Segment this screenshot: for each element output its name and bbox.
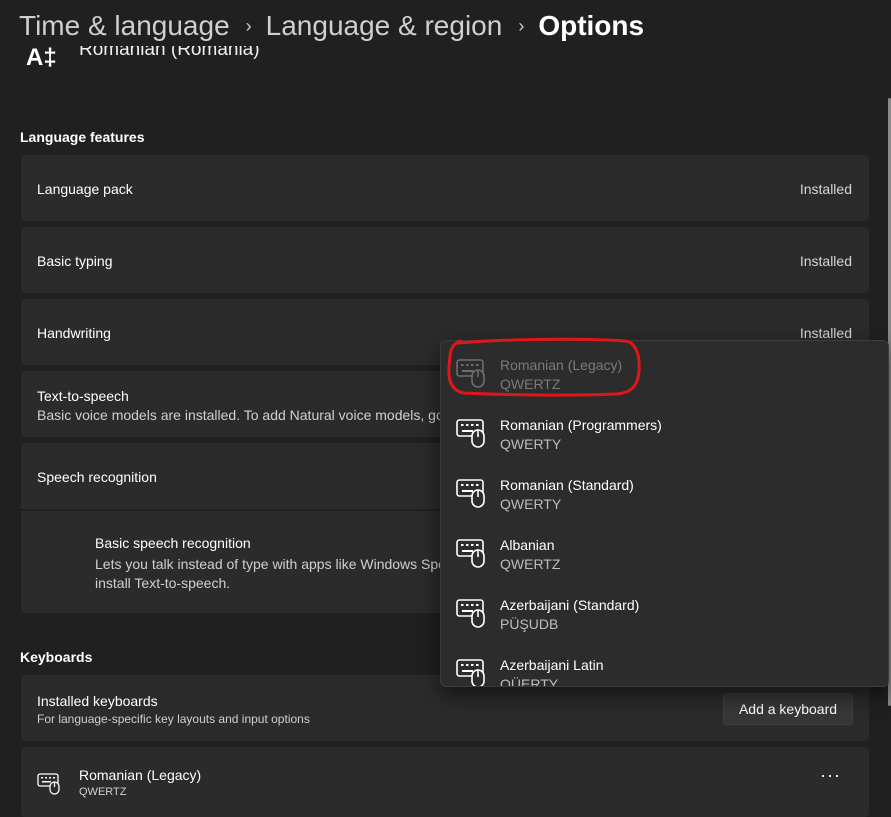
breadcrumb-time-language[interactable]: Time & language <box>19 10 230 42</box>
keyboard-option-name: Azerbaijani Latin <box>500 657 604 673</box>
keyboard-option-layout: PÜŞUDB <box>500 616 559 632</box>
language-icon: A‡ <box>26 44 57 70</box>
keyboard-icon <box>456 599 485 628</box>
section-title-keyboards: Keyboards <box>20 649 93 665</box>
chevron-right-icon: › <box>245 15 252 36</box>
status-text: Installed <box>799 253 852 269</box>
status-text: Installed <box>799 325 852 341</box>
keyboard-name: Romanian (Legacy) <box>79 767 202 783</box>
subitem-description: Lets you talk instead of type with apps … <box>95 556 446 591</box>
status-text: Installed <box>799 181 852 197</box>
feature-label: Text-to-speech <box>37 388 129 404</box>
keyboard-option-romanian-programmers[interactable]: Romanian (Programmers) QWERTY <box>441 401 888 461</box>
feature-label: Language pack <box>37 181 133 197</box>
keyboard-option-name: Romanian (Standard) <box>500 477 634 493</box>
installed-keyboard-item[interactable]: Romanian (Legacy) QWERTZ ··· <box>21 747 869 817</box>
feature-label: Basic typing <box>37 253 113 269</box>
keyboard-option-layout: QWERTY <box>500 496 562 512</box>
page-title: Options <box>538 10 645 41</box>
keyboard-option-layout: QÜERTY <box>500 676 559 687</box>
keyboard-option-romanian-standard[interactable]: Romanian (Standard) QWERTY <box>441 461 888 521</box>
keyboard-icon <box>456 419 485 448</box>
keyboard-option-name: Azerbaijani (Standard) <box>500 597 640 613</box>
chevron-right-icon: › <box>518 15 525 36</box>
feature-language-pack[interactable]: Language pack Installed <box>21 155 869 221</box>
subitem-label: Basic speech recognition <box>95 535 251 551</box>
keyboard-option-name: Romanian (Programmers) <box>500 417 662 433</box>
keyboard-option-azerbaijani-latin[interactable]: Azerbaijani Latin QÜERTY <box>441 641 888 687</box>
keyboard-option-azerbaijani-standard[interactable]: Azerbaijani (Standard) PÜŞUDB <box>441 581 888 641</box>
feature-description: Basic voice models are installed. To add… <box>37 407 444 423</box>
keyboard-icon <box>456 479 485 508</box>
keyboard-layout: QWERTZ <box>79 786 127 798</box>
feature-basic-typing[interactable]: Basic typing Installed <box>21 227 869 293</box>
keyboard-option-layout: QWERTZ <box>500 556 561 572</box>
breadcrumb: Time & language › Language & region › Op… <box>19 6 644 46</box>
keyboard-icon <box>456 659 485 686</box>
feature-label: Speech recognition <box>37 469 157 485</box>
keyboard-option-name: Albanian <box>500 537 555 553</box>
installed-keyboards-description: For language-specific key layouts and in… <box>37 712 310 726</box>
breadcrumb-language-region[interactable]: Language & region <box>266 10 503 42</box>
feature-label: Handwriting <box>37 325 111 341</box>
add-keyboard-button[interactable]: Add a keyboard <box>723 693 853 725</box>
keyboard-icon <box>37 773 60 795</box>
language-name: Romanian (Romania) <box>79 46 260 60</box>
keyboard-option-layout: QWERTY <box>500 436 562 452</box>
installed-keyboards-label: Installed keyboards <box>37 693 158 709</box>
section-title-language-features: Language features <box>20 129 145 145</box>
keyboard-icon <box>456 539 485 568</box>
more-options-button[interactable]: ··· <box>820 765 841 786</box>
red-annotation-outline <box>447 337 641 397</box>
keyboard-option-albanian[interactable]: Albanian QWERTZ <box>441 521 888 581</box>
